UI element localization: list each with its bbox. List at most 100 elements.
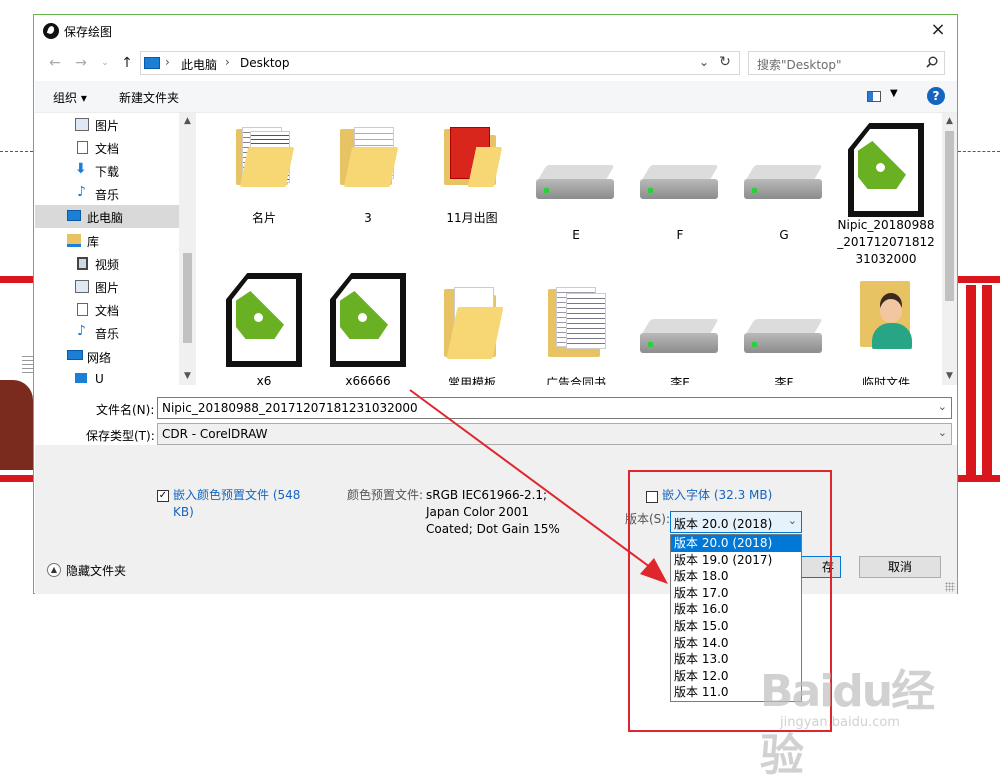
back-arrow-icon[interactable]: ← (46, 53, 64, 73)
sidebar-item-usb[interactable]: U (35, 368, 179, 385)
coreldraw-file-icon (848, 123, 924, 217)
videos-icon (77, 257, 88, 270)
file-item[interactable]: F (630, 125, 730, 243)
documents-icon (77, 141, 88, 154)
refresh-icon[interactable]: ↻ (715, 54, 735, 70)
file-name: 广告合同书 (545, 376, 606, 385)
sidebar-item-pictures-lib[interactable]: 图片 (35, 275, 179, 298)
filename-input[interactable]: Nipic_20180988_20171207181231032000 ⌄ (157, 397, 952, 419)
drive-icon (640, 165, 720, 201)
file-item[interactable]: 广告合同书 (526, 285, 626, 385)
file-name: 3 (364, 211, 372, 225)
cancel-button[interactable]: 取消 (859, 556, 941, 578)
pc-icon (67, 210, 81, 221)
search-input[interactable]: 搜索"Desktop" (748, 51, 945, 75)
color-profile-label: 颜色预置文件: (347, 488, 424, 502)
drive-icon (640, 319, 720, 355)
file-item[interactable]: Nipic_20180988 _201712071812 31032000 (836, 123, 936, 273)
background-dashed-line (0, 151, 33, 152)
file-item[interactable]: 临时文件 (836, 281, 936, 385)
file-name: F (676, 228, 684, 242)
file-item[interactable]: 3 (318, 125, 418, 243)
breadcrumb-desktop[interactable]: Desktop (240, 56, 290, 70)
organize-menu[interactable]: 组织 ▾ (53, 89, 87, 106)
breadcrumb-this-pc[interactable]: 此电脑 (181, 56, 217, 73)
embed-color-profile-checkbox[interactable]: ✓ (157, 490, 169, 502)
view-options-icon[interactable] (867, 91, 881, 102)
close-button[interactable]: × (927, 19, 949, 41)
scroll-up-icon[interactable]: ▲ (179, 116, 196, 126)
drive-icon (744, 319, 824, 355)
usb-icon (75, 373, 87, 383)
scroll-down-icon[interactable]: ▼ (179, 371, 196, 381)
library-icon (67, 234, 81, 247)
network-icon (67, 350, 83, 360)
folder-icon (548, 285, 606, 357)
filetype-select[interactable]: CDR - CorelDRAW ⌄ (157, 423, 952, 445)
navigation-bar: ← → ⌄ ↑ › 此电脑 › Desktop ⌄ ↻ 搜索"Desktop" (34, 49, 957, 77)
filetype-label: 保存类型(T): (86, 429, 155, 443)
embed-color-profile-label[interactable]: 嵌入颜色预置文件 (548 KB) (173, 487, 300, 521)
sidebar-item-music[interactable]: ♪ 音乐 (35, 182, 179, 205)
file-list-scrollbar[interactable]: ▲ ▼ (942, 113, 957, 385)
file-name: 李E (670, 376, 690, 385)
sidebar-item-documents[interactable]: 文档 (35, 136, 179, 159)
filename-row: 文件名(N): Nipic_20180988_20171207181231032… (34, 397, 957, 419)
sidebar-item-videos[interactable]: 视频 (35, 252, 179, 275)
chevron-up-icon[interactable]: ▲ (47, 563, 61, 577)
folder-icon (236, 125, 295, 187)
drive-icon (536, 165, 616, 201)
new-folder-button[interactable]: 新建文件夹 (119, 89, 179, 106)
pictures-icon (75, 118, 89, 131)
file-item[interactable]: 11月出图 (422, 125, 522, 243)
hide-folders-button[interactable]: 隐藏文件夹 (66, 563, 126, 580)
forward-arrow-icon[interactable]: → (72, 53, 90, 73)
user-folder-icon (860, 281, 912, 349)
scroll-up-icon[interactable]: ▲ (942, 116, 957, 126)
file-item[interactable]: 李F (734, 285, 834, 385)
navigation-pane: 图片 文档 ⬇ 下载 ♪ 音乐 此电脑 库 视频 图片 文档 ♪ 音乐 网络 U… (35, 113, 196, 385)
sidebar-item-network[interactable]: 网络 (35, 345, 179, 368)
sidebar-item-documents-lib[interactable]: 文档 (35, 298, 179, 321)
file-item[interactable]: x66666 (318, 273, 418, 385)
view-dropdown-icon[interactable]: ▼ (890, 88, 898, 99)
search-placeholder: 搜索"Desktop" (757, 58, 842, 72)
scrollbar-thumb[interactable] (183, 253, 192, 343)
chevron-down-icon[interactable]: ⌄ (938, 426, 947, 439)
scrollbar-thumb[interactable] (945, 131, 954, 301)
pc-icon (144, 57, 160, 69)
background-figure (0, 380, 33, 470)
music-icon: ♪ (77, 184, 86, 200)
sidebar-item-music-lib[interactable]: ♪ 音乐 (35, 321, 179, 344)
file-name: x6 (256, 374, 272, 385)
file-item[interactable]: x6 (214, 273, 314, 385)
scroll-down-icon[interactable]: ▼ (942, 371, 957, 381)
folder-icon (444, 285, 504, 359)
sidebar-item-pictures[interactable]: 图片 (35, 113, 179, 136)
sidebar-item-downloads[interactable]: ⬇ 下载 (35, 159, 179, 182)
file-item[interactable]: 名片 (214, 125, 314, 243)
baidu-watermark: Baidu经验 jingyan.baidu.com (760, 655, 960, 781)
help-icon[interactable]: ? (927, 87, 945, 105)
breadcrumb-chevron-icon: › (225, 55, 230, 69)
up-arrow-icon[interactable]: ↑ (118, 53, 136, 73)
file-item[interactable]: 常用模板 (422, 285, 522, 385)
sidebar-item-this-pc[interactable]: 此电脑 (35, 205, 179, 228)
documents-icon (77, 303, 88, 316)
recent-dropdown-icon[interactable]: ⌄ (96, 53, 114, 73)
coreldraw-file-icon (226, 273, 302, 367)
filetype-row: 保存类型(T): CDR - CorelDRAW ⌄ (34, 423, 957, 445)
file-item[interactable]: 李E (630, 285, 730, 385)
title-bar: 保存绘图 × (34, 15, 957, 47)
watermark-url: jingyan.baidu.com (780, 715, 900, 730)
file-name: 名片 (251, 211, 276, 225)
navigation-scrollbar[interactable]: ▲ ▼ (179, 113, 196, 385)
sidebar-item-library[interactable]: 库 (35, 229, 179, 252)
pictures-icon (75, 280, 89, 293)
address-dropdown-icon[interactable]: ⌄ (699, 55, 709, 69)
chevron-down-icon[interactable]: ⌄ (938, 400, 947, 413)
resize-grip-icon[interactable] (945, 582, 955, 592)
file-item[interactable]: E (526, 125, 626, 243)
address-bar[interactable]: › 此电脑 › Desktop ⌄ ↻ (140, 51, 740, 75)
color-profile-value: sRGB IEC61966-2.1; Japan Color 2001 Coated… (426, 488, 560, 536)
